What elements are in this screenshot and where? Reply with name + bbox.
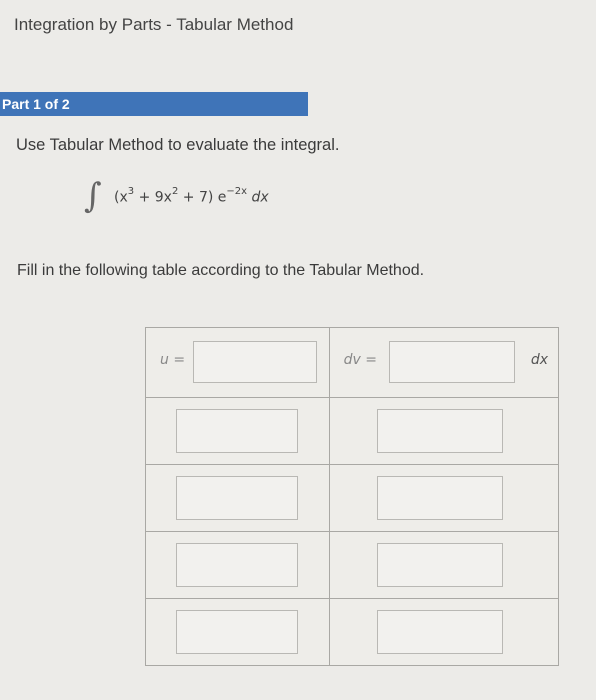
u-column-cell bbox=[145, 598, 330, 666]
dv-header-cell: dv = dx bbox=[328, 327, 560, 398]
question-instruction: Use Tabular Method to evaluate the integ… bbox=[16, 136, 340, 154]
dv-integral-input-1[interactable] bbox=[376, 409, 503, 453]
dv-label: dv = bbox=[343, 352, 378, 368]
dx-label: dx bbox=[530, 352, 548, 368]
fill-instruction: Fill in the following table according to… bbox=[17, 262, 425, 279]
integrand: (x3 + 9x2 + 7) e−2x dx bbox=[114, 186, 269, 206]
u-derivative-input-2[interactable] bbox=[176, 476, 298, 520]
table-header-row: u = dv = dx bbox=[145, 327, 560, 398]
u-header-cell: u = bbox=[145, 327, 330, 398]
u-label: u = bbox=[160, 352, 186, 368]
dv-integral-input-2[interactable] bbox=[376, 476, 503, 520]
part-header-bar: Part 1 of 2 bbox=[0, 92, 308, 116]
dv-input[interactable] bbox=[388, 341, 515, 383]
dv-column-cell bbox=[328, 397, 560, 465]
integral-sign: ∫ bbox=[84, 176, 102, 216]
dv-integral-input-3[interactable] bbox=[376, 543, 503, 587]
table-row bbox=[145, 598, 560, 666]
tabular-method-table: u = dv = dx bbox=[145, 327, 560, 666]
u-derivative-input-3[interactable] bbox=[176, 543, 298, 587]
table-row bbox=[145, 397, 560, 465]
u-derivative-input-4[interactable] bbox=[176, 610, 298, 654]
table-row bbox=[145, 531, 560, 599]
u-input[interactable] bbox=[193, 341, 317, 383]
dv-integral-input-4[interactable] bbox=[376, 610, 503, 654]
u-derivative-input-1[interactable] bbox=[176, 409, 298, 453]
u-column-cell bbox=[145, 531, 330, 599]
table-row bbox=[145, 464, 560, 532]
u-column-cell bbox=[145, 397, 330, 465]
dv-column-cell bbox=[328, 464, 560, 532]
page-title: Integration by Parts - Tabular Method bbox=[14, 15, 294, 34]
u-column-cell bbox=[145, 464, 330, 532]
dv-column-cell bbox=[328, 598, 560, 666]
part-label: Part 1 of 2 bbox=[2, 96, 70, 112]
dv-column-cell bbox=[328, 531, 560, 599]
